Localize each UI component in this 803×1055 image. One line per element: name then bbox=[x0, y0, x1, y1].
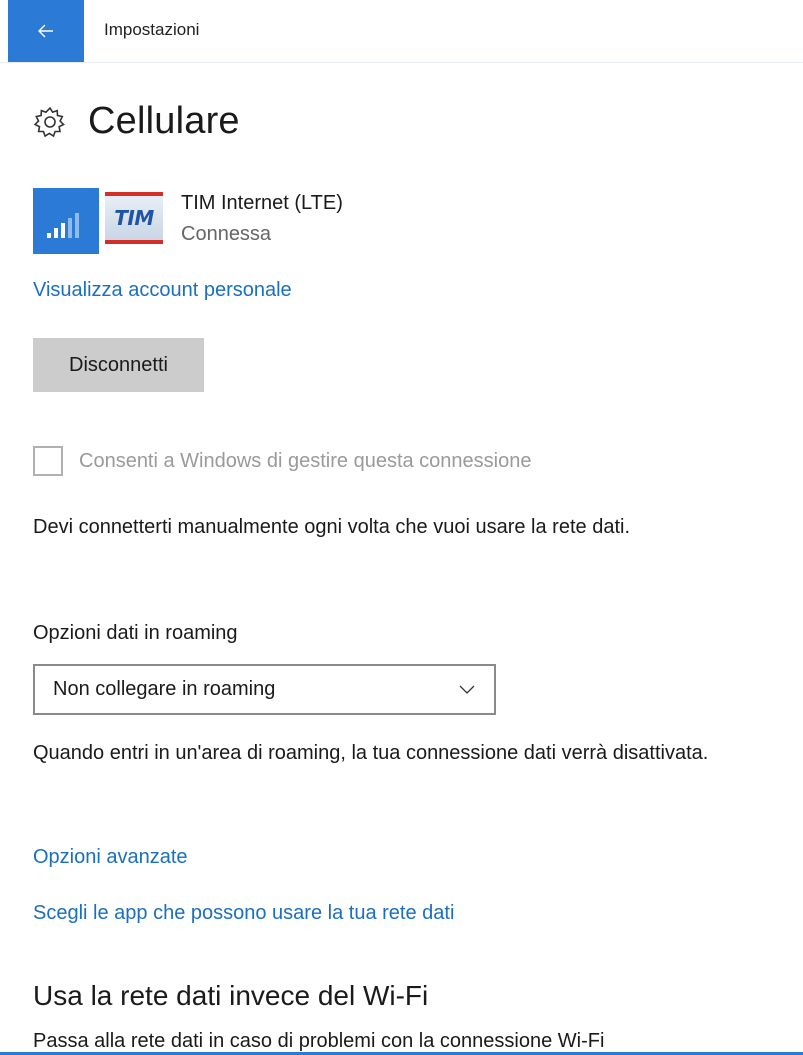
choose-apps-link[interactable]: Scegli le app che possono usare la tua r… bbox=[33, 902, 454, 925]
manage-connection-label: Consenti a Windows di gestire questa con… bbox=[79, 449, 532, 472]
roaming-dropdown[interactable]: Non collegare in roaming bbox=[33, 664, 496, 715]
manual-connect-text: Devi connetterti manualmente ogni volta … bbox=[33, 516, 631, 538]
carrier-logo: TIM bbox=[105, 192, 163, 244]
page-title: Cellulare bbox=[88, 100, 240, 142]
roaming-dropdown-value: Non collegare in roaming bbox=[53, 678, 276, 700]
network-info: TIM TIM Internet (LTE) Connessa bbox=[33, 188, 343, 254]
signal-bars-icon bbox=[47, 213, 79, 238]
app-title: Impostazioni bbox=[104, 20, 200, 39]
carrier-logo-text: TIM bbox=[114, 206, 154, 230]
network-name: TIM Internet (LTE) bbox=[181, 192, 343, 214]
page-header: Cellulare bbox=[32, 100, 240, 143]
wifi-section-description: Passa alla rete dati in caso di problemi… bbox=[33, 1030, 605, 1052]
roaming-note-text: Quando entri in un'area di roaming, la t… bbox=[33, 742, 709, 764]
disconnect-button[interactable]: Disconnetti bbox=[33, 338, 204, 392]
back-arrow-icon bbox=[38, 24, 53, 38]
network-text: TIM Internet (LTE) Connessa bbox=[181, 192, 343, 246]
chevron-down-icon bbox=[459, 685, 475, 694]
manage-connection-row: Consenti a Windows di gestire questa con… bbox=[33, 446, 531, 476]
back-button[interactable] bbox=[8, 0, 84, 62]
roaming-label: Opzioni dati in roaming bbox=[33, 622, 238, 644]
manage-connection-checkbox[interactable] bbox=[33, 446, 63, 476]
advanced-options-link[interactable]: Opzioni avanzate bbox=[33, 846, 188, 869]
view-account-link[interactable]: Visualizza account personale bbox=[33, 279, 292, 302]
signal-tile bbox=[33, 188, 99, 254]
gear-icon bbox=[33, 106, 65, 137]
title-bar: Impostazioni bbox=[0, 0, 803, 63]
network-status: Connessa bbox=[181, 223, 272, 245]
wifi-section-heading: Usa la rete dati invece del Wi-Fi bbox=[33, 980, 429, 1011]
